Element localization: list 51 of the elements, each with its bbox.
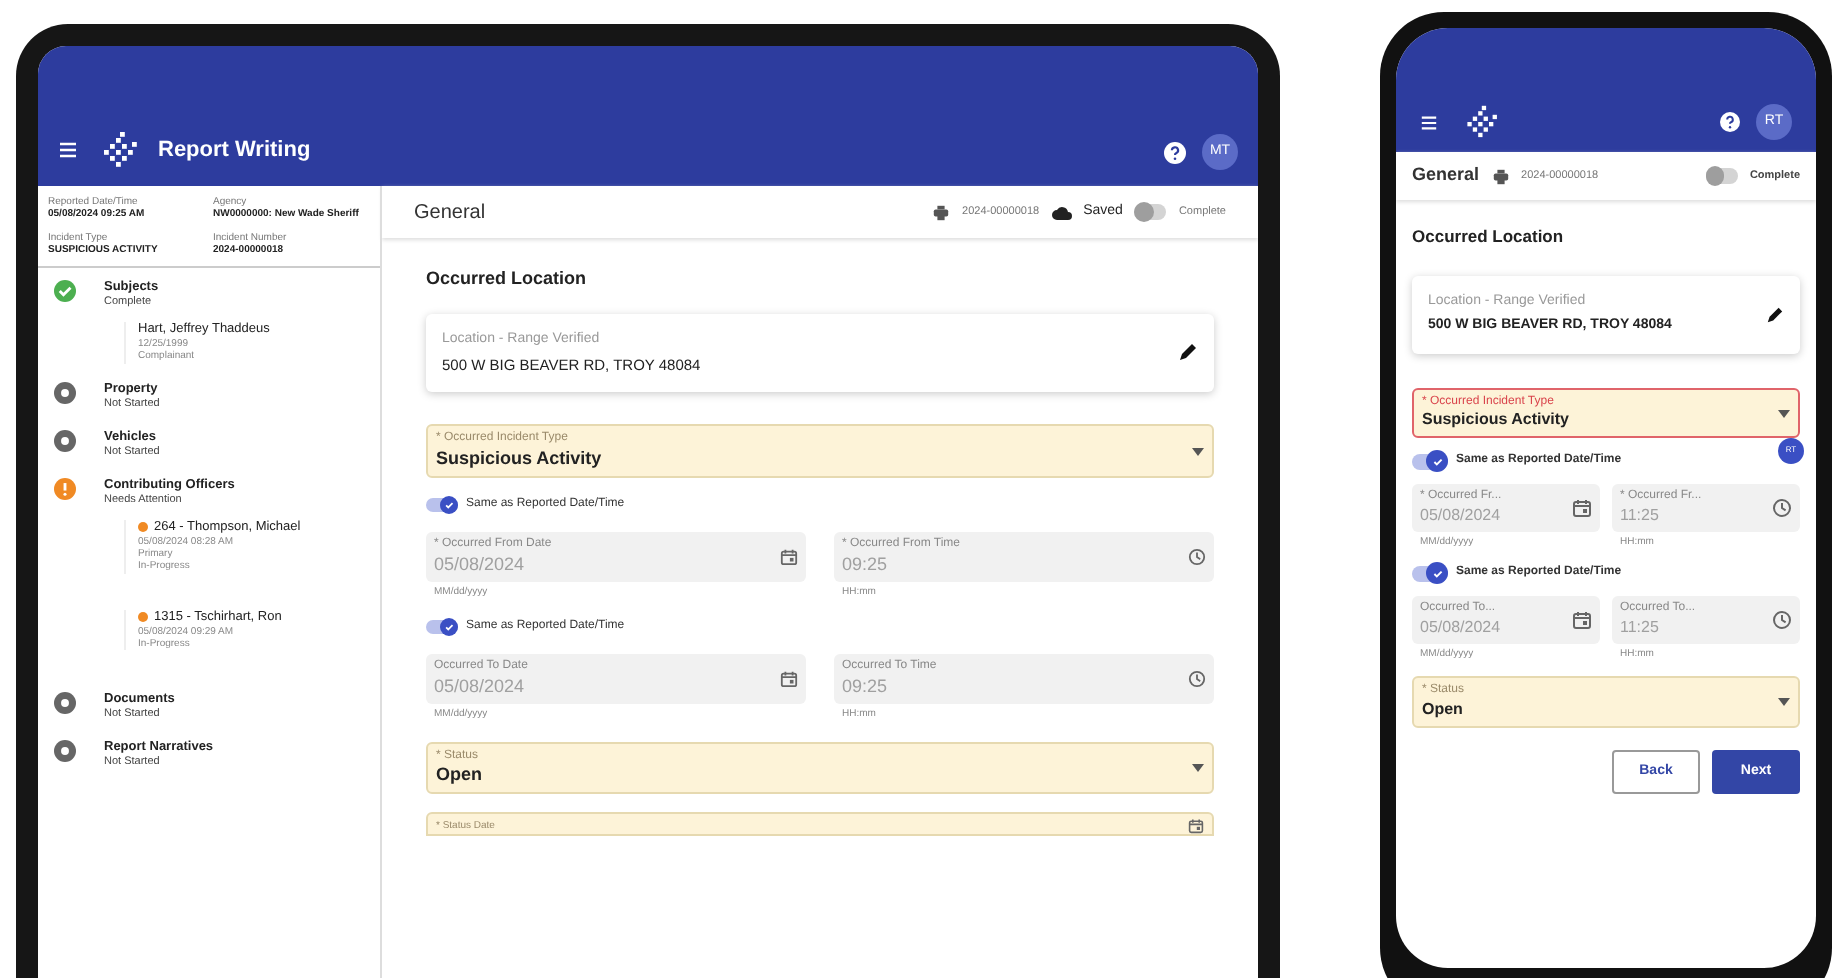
printer-icon[interactable] <box>1491 167 1510 185</box>
field-value: 05/08/2024 <box>434 553 527 576</box>
caret-icon <box>1192 447 1204 456</box>
clock-icon[interactable] <box>1188 670 1206 689</box>
caret-icon <box>1778 698 1790 706</box>
check-icon <box>1431 567 1444 580</box>
field-value: 09:25 <box>842 675 890 698</box>
section-heading: Occurred Location <box>426 266 589 292</box>
field-value: 05/08/2024 <box>434 675 527 698</box>
section-heading: Occurred Location <box>1412 224 1566 250</box>
field-value: 05/08/2024 <box>1420 617 1501 638</box>
menu-icon[interactable] <box>1420 113 1438 131</box>
app-title: Report Writing <box>158 135 311 166</box>
section-title: General <box>414 199 486 227</box>
calendar-icon[interactable] <box>1572 498 1592 518</box>
toggle-switch[interactable] <box>1412 565 1448 582</box>
menu-icon[interactable] <box>58 140 78 160</box>
field-value: 09:25 <box>842 553 890 576</box>
toggle-switch[interactable] <box>426 620 458 635</box>
toggle-switch[interactable] <box>1705 168 1738 184</box>
clock-icon[interactable] <box>1188 547 1206 566</box>
calendar-icon[interactable] <box>780 670 798 689</box>
field-value: 05/08/2024 <box>1420 505 1502 526</box>
cloud-icon <box>1051 205 1072 219</box>
check-icon <box>443 622 454 633</box>
field-value: Suspicious Activity <box>436 447 602 470</box>
pencil-icon[interactable] <box>1178 342 1198 363</box>
clock-icon[interactable] <box>1772 498 1792 518</box>
check-icon <box>1431 455 1444 468</box>
field-value: 11:25 <box>1620 505 1661 526</box>
calendar-icon[interactable] <box>1572 610 1592 630</box>
logo-icon <box>98 130 138 170</box>
field-value: 11:25 <box>1620 617 1661 638</box>
check-icon <box>443 499 454 511</box>
field-value: Suspicious Activity <box>1422 410 1569 431</box>
clock-icon[interactable] <box>1772 610 1792 630</box>
section-title: General <box>1412 162 1480 189</box>
help-icon[interactable] <box>1720 112 1740 132</box>
printer-icon[interactable] <box>932 203 951 221</box>
help-icon[interactable] <box>1164 141 1186 163</box>
toggle-switch[interactable] <box>426 497 458 513</box>
field-value: Open <box>436 764 483 787</box>
toggle-switch[interactable] <box>1412 453 1448 470</box>
pencil-icon[interactable] <box>1766 305 1784 324</box>
caret-icon <box>1192 763 1204 772</box>
caret-icon <box>1778 409 1790 417</box>
calendar-icon[interactable] <box>780 547 798 566</box>
toggle-switch[interactable] <box>1134 204 1167 220</box>
field-value: Open <box>1422 699 1465 720</box>
logo-icon <box>1462 104 1498 140</box>
calendar-icon[interactable] <box>1188 818 1204 835</box>
